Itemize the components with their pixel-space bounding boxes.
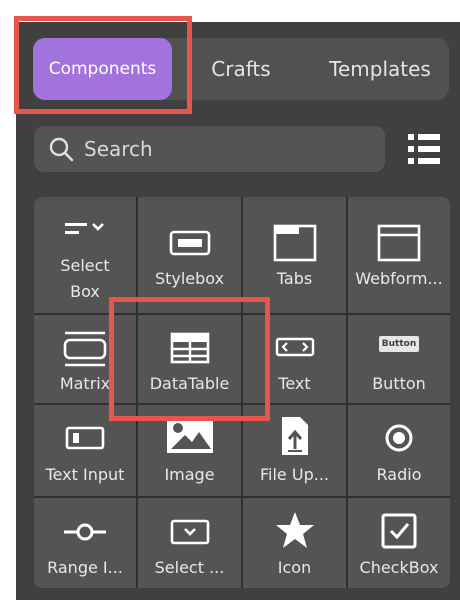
component-label: Tabs [276, 269, 313, 288]
component-label: Text Input [45, 465, 125, 484]
tab-components[interactable]: Components [33, 38, 172, 100]
search-input[interactable] [84, 126, 374, 172]
component-label: DataTable [149, 374, 230, 393]
image-icon [166, 419, 213, 453]
select-icon [170, 519, 209, 545]
select-box-icon [65, 223, 104, 234]
component-datatable[interactable]: DataTable [138, 315, 241, 403]
list-view-icon[interactable] [404, 132, 444, 166]
component-label: Image [164, 465, 215, 484]
component-label: Range I... [47, 558, 123, 577]
component-image[interactable]: Image [138, 405, 241, 496]
datatable-icon [170, 332, 209, 364]
component-label: Select Box [60, 256, 110, 301]
component-label: Text [278, 374, 311, 393]
component-file-upload[interactable]: File Up... [243, 405, 346, 496]
button-icon-label: Button [381, 339, 417, 349]
tabs-icon [273, 224, 316, 262]
tab-crafts[interactable]: Crafts [196, 38, 286, 100]
button-icon: Button [379, 336, 419, 352]
component-stylebox[interactable]: Stylebox [138, 197, 241, 313]
component-label: Webform... [355, 269, 443, 288]
stylebox-icon [169, 230, 210, 256]
components-grid: Select Box Stylebox Tabs Webform... Matr… [34, 197, 450, 588]
component-label: Matrix [59, 374, 111, 393]
component-select-box[interactable]: Select Box [34, 197, 136, 313]
matrix-icon [63, 331, 107, 367]
file-upload-icon [281, 417, 308, 455]
component-text-input[interactable]: Text Input [34, 405, 136, 496]
component-label: File Up... [260, 465, 329, 484]
checkbox-icon [381, 513, 417, 549]
component-checkbox[interactable]: CheckBox [348, 498, 450, 588]
component-label: Icon [277, 558, 312, 577]
component-tabs[interactable]: Tabs [243, 197, 346, 313]
search-bar [34, 126, 385, 172]
text-input-icon [65, 426, 105, 450]
search-icon [49, 137, 74, 162]
component-select[interactable]: Select ... [138, 498, 241, 588]
component-label: Radio [376, 465, 422, 484]
component-label: CheckBox [359, 558, 439, 577]
component-range-input[interactable]: Range I... [34, 498, 136, 588]
star-icon [275, 512, 314, 548]
range-input-icon [64, 523, 106, 541]
component-webform[interactable]: Webform... [348, 197, 450, 313]
component-radio[interactable]: Radio [348, 405, 450, 496]
component-text[interactable]: Text [243, 315, 346, 403]
tab-templates[interactable]: Templates [318, 38, 442, 100]
component-matrix[interactable]: Matrix [34, 315, 136, 403]
component-icon[interactable]: Icon [243, 498, 346, 588]
text-icon [275, 337, 314, 357]
component-label: Select ... [154, 558, 225, 577]
component-button[interactable]: Button Button [348, 315, 450, 403]
component-label: Button [372, 374, 426, 393]
component-label: Stylebox [154, 269, 225, 288]
radio-icon [385, 424, 413, 452]
webform-icon [377, 224, 421, 262]
